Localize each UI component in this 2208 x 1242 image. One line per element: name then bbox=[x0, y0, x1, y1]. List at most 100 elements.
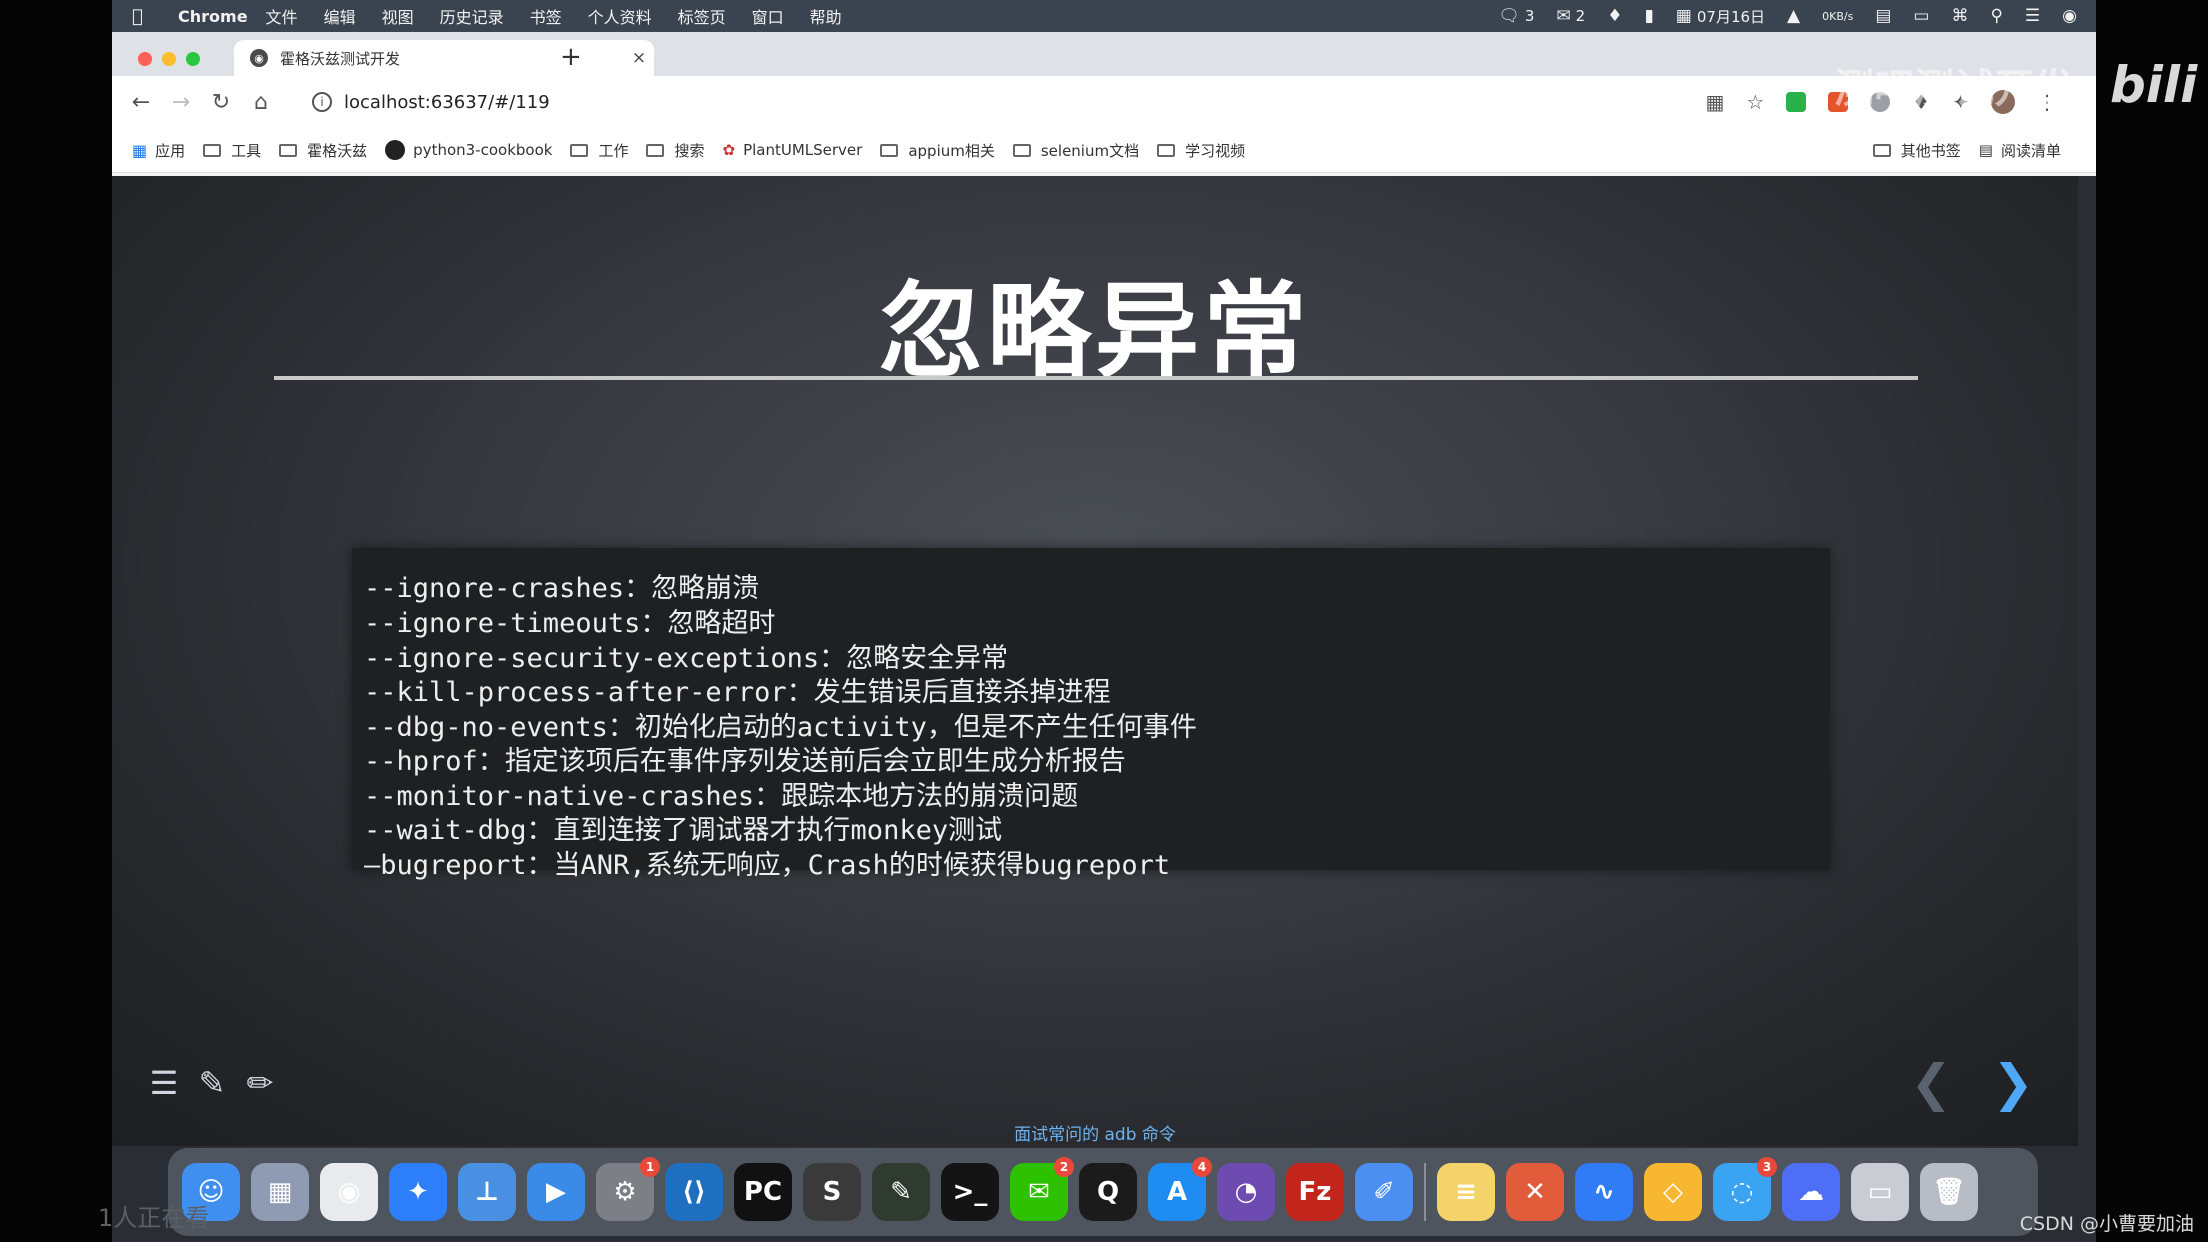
menu-profile[interactable]: 个人资料 bbox=[588, 4, 652, 28]
bookmark-plantuml[interactable]: ✿ PlantUMLServer bbox=[722, 141, 862, 159]
home-icon[interactable]: ⌂ bbox=[250, 90, 272, 115]
sketch-glyph: ◇ bbox=[1663, 1177, 1683, 1207]
presentation-slide: 忽略异常 --ignore-crashes：忽略崩溃 --ignore-time… bbox=[112, 176, 2078, 1146]
bookmark-apps[interactable]: ▦ 应用 bbox=[132, 140, 185, 161]
notes-glyph: ≡ bbox=[1455, 1177, 1477, 1207]
status-battery[interactable]: ▭ bbox=[1913, 6, 1929, 26]
back-arrow-icon[interactable]: ← bbox=[130, 90, 152, 115]
folder-icon bbox=[570, 143, 589, 157]
safari-dock-icon[interactable]: ✦ bbox=[389, 1163, 447, 1221]
menu-app-name[interactable]: Chrome bbox=[178, 7, 248, 26]
status-control[interactable]: ☰ bbox=[2025, 6, 2040, 26]
chrome-dock-icon[interactable]: ◉ bbox=[320, 1163, 378, 1221]
previous-slide-icon[interactable]: ❮ bbox=[1910, 1054, 1952, 1112]
xmind-dock-icon[interactable]: ✕ bbox=[1506, 1163, 1564, 1221]
video-dock-icon[interactable]: ▶ bbox=[527, 1163, 585, 1221]
messages-dock-icon[interactable]: ◌ 3 bbox=[1713, 1157, 1777, 1221]
cloud-dock-icon[interactable]: ☁ bbox=[1782, 1163, 1840, 1221]
bookmark-python-cookbook[interactable]: python3-cookbook bbox=[385, 140, 552, 160]
trash-dock-icon[interactable]: 🗑 bbox=[1920, 1163, 1978, 1221]
keynote-dock-icon[interactable]: ⊥ bbox=[458, 1163, 516, 1221]
instruments-dock-icon[interactable]: ◔ bbox=[1217, 1163, 1275, 1221]
system-preferences-glyph: ⚙ bbox=[613, 1177, 637, 1207]
status-chat[interactable]: 🗨 3 bbox=[1498, 6, 1534, 26]
minimize-window-button[interactable] bbox=[162, 52, 176, 66]
preview-dock-icon[interactable]: ▭ bbox=[1851, 1163, 1909, 1221]
qq-dock-icon[interactable]: Q bbox=[1079, 1163, 1137, 1221]
browser-window: ◉ 霍格沃兹测试开发 × + ← → ↻ ⌂ i localhost:63637… bbox=[112, 32, 2097, 176]
system-preferences-dock-icon[interactable]: ⚙ 1 bbox=[596, 1157, 660, 1221]
status-net[interactable]: 0KB/s bbox=[1822, 10, 1853, 23]
chat-count: 3 bbox=[1524, 7, 1535, 25]
bookmark-label: 工具 bbox=[231, 141, 262, 160]
menu-file[interactable]: 文件 bbox=[266, 4, 298, 28]
folder-icon bbox=[203, 143, 222, 157]
menu-tabs[interactable]: 标签页 bbox=[678, 4, 726, 28]
pencil-dock-icon[interactable]: ✐ bbox=[1355, 1163, 1413, 1221]
bookmark-other[interactable]: 其他书签 bbox=[1872, 140, 1961, 161]
wechat-dock-icon[interactable]: ✉ 2 bbox=[1010, 1157, 1074, 1221]
status-evernote[interactable]: ♦ bbox=[1607, 6, 1622, 26]
bookmark-selenium[interactable]: selenium文档 bbox=[1012, 140, 1139, 161]
notification-badge: 2 bbox=[1054, 1157, 1074, 1177]
notification-badge: 1 bbox=[640, 1157, 660, 1177]
notes-dock-icon[interactable]: ≡ bbox=[1437, 1163, 1495, 1221]
forward-arrow-icon[interactable]: → bbox=[170, 90, 192, 115]
status-wifi[interactable]: ⌘ bbox=[1951, 6, 1968, 26]
tab-close-button[interactable]: × bbox=[624, 48, 654, 68]
status-siri[interactable]: ◉ bbox=[2062, 6, 2077, 26]
status-date[interactable]: ▦ 07月16日 bbox=[1676, 6, 1765, 27]
menu-help[interactable]: 帮助 bbox=[810, 4, 842, 28]
star-icon[interactable]: ☆ bbox=[1746, 90, 1764, 114]
input-method-icon: ▤ bbox=[1875, 6, 1892, 26]
bookmark-appium[interactable]: appium相关 bbox=[880, 140, 995, 161]
extension-green-icon[interactable] bbox=[1786, 92, 1807, 112]
menu-bookmarks[interactable]: 书签 bbox=[530, 4, 562, 28]
sketch-dock-icon[interactable]: ◇ bbox=[1644, 1163, 1702, 1221]
zoom-window-button[interactable] bbox=[186, 52, 200, 66]
menu-history[interactable]: 历史记录 bbox=[440, 4, 504, 28]
bookmark-work[interactable]: 工作 bbox=[570, 140, 628, 161]
bookmark-videos[interactable]: 学习视频 bbox=[1157, 140, 1245, 161]
address-bar[interactable]: i localhost:63637/#/119 bbox=[300, 84, 1770, 120]
pencil-icon[interactable]: ✏ bbox=[244, 1064, 276, 1102]
pycharm-dock-icon[interactable]: PC bbox=[734, 1163, 792, 1221]
apple-icon[interactable]:  bbox=[132, 6, 162, 27]
menu-window[interactable]: 窗口 bbox=[752, 4, 784, 28]
status-search[interactable]: ⚲ bbox=[1990, 6, 2002, 26]
code-line: --ignore-crashes：忽略崩溃 bbox=[364, 573, 760, 604]
terminal-dock-icon[interactable]: >_ bbox=[941, 1163, 999, 1221]
status-input[interactable]: ▤ bbox=[1875, 6, 1891, 26]
edit-note-icon[interactable]: ✎ bbox=[196, 1064, 228, 1102]
bookmark-hogwarts[interactable]: 霍格沃兹 bbox=[279, 140, 367, 161]
next-slide-icon[interactable]: ❯ bbox=[1992, 1054, 2034, 1112]
notification-badge: 3 bbox=[1757, 1157, 1777, 1177]
sublime-dock-icon[interactable]: S bbox=[803, 1163, 861, 1221]
status-wechat[interactable]: ✉ 2 bbox=[1556, 6, 1585, 26]
filezilla-dock-icon[interactable]: Fz bbox=[1286, 1163, 1344, 1221]
menu-icon[interactable]: ☰ bbox=[148, 1064, 180, 1102]
site-info-icon[interactable]: i bbox=[312, 92, 332, 112]
launchpad-dock-icon[interactable]: ▦ bbox=[251, 1163, 309, 1221]
evernote-dock-icon[interactable]: ✎ bbox=[872, 1163, 930, 1221]
lark-dock-icon[interactable]: ∿ bbox=[1575, 1163, 1633, 1221]
tab-active[interactable]: ◉ 霍格沃兹测试开发 × bbox=[234, 40, 654, 76]
bell-icon: ▲ bbox=[1787, 6, 1801, 26]
bookmark-reading-list[interactable]: ▤ 阅读清单 bbox=[1979, 140, 2061, 161]
menu-view[interactable]: 视图 bbox=[382, 4, 414, 28]
bookmark-label: 搜索 bbox=[674, 141, 705, 160]
folder-icon bbox=[1157, 143, 1176, 157]
menu-edit[interactable]: 编辑 bbox=[324, 4, 356, 28]
bookmark-tools[interactable]: 工具 bbox=[203, 140, 261, 161]
status-bell[interactable]: ▲ bbox=[1787, 6, 1800, 26]
browser-toolbar: ← → ↻ ⌂ i localhost:63637/#/119 ▦ ☆ ♦ ✦ … bbox=[112, 76, 2097, 128]
vscode-dock-icon[interactable]: ⟨⟩ bbox=[665, 1163, 723, 1221]
new-tab-button[interactable]: + bbox=[560, 42, 582, 72]
status-bookmark[interactable]: ▮ bbox=[1644, 6, 1653, 26]
reload-icon[interactable]: ↻ bbox=[210, 90, 232, 115]
translate-icon[interactable]: ▦ bbox=[1705, 90, 1724, 114]
app-store-dock-icon[interactable]: A4 bbox=[1148, 1157, 1212, 1221]
recording-frame-left bbox=[0, 0, 112, 1242]
close-window-button[interactable] bbox=[138, 52, 152, 66]
bookmark-search[interactable]: 搜索 bbox=[646, 140, 704, 161]
